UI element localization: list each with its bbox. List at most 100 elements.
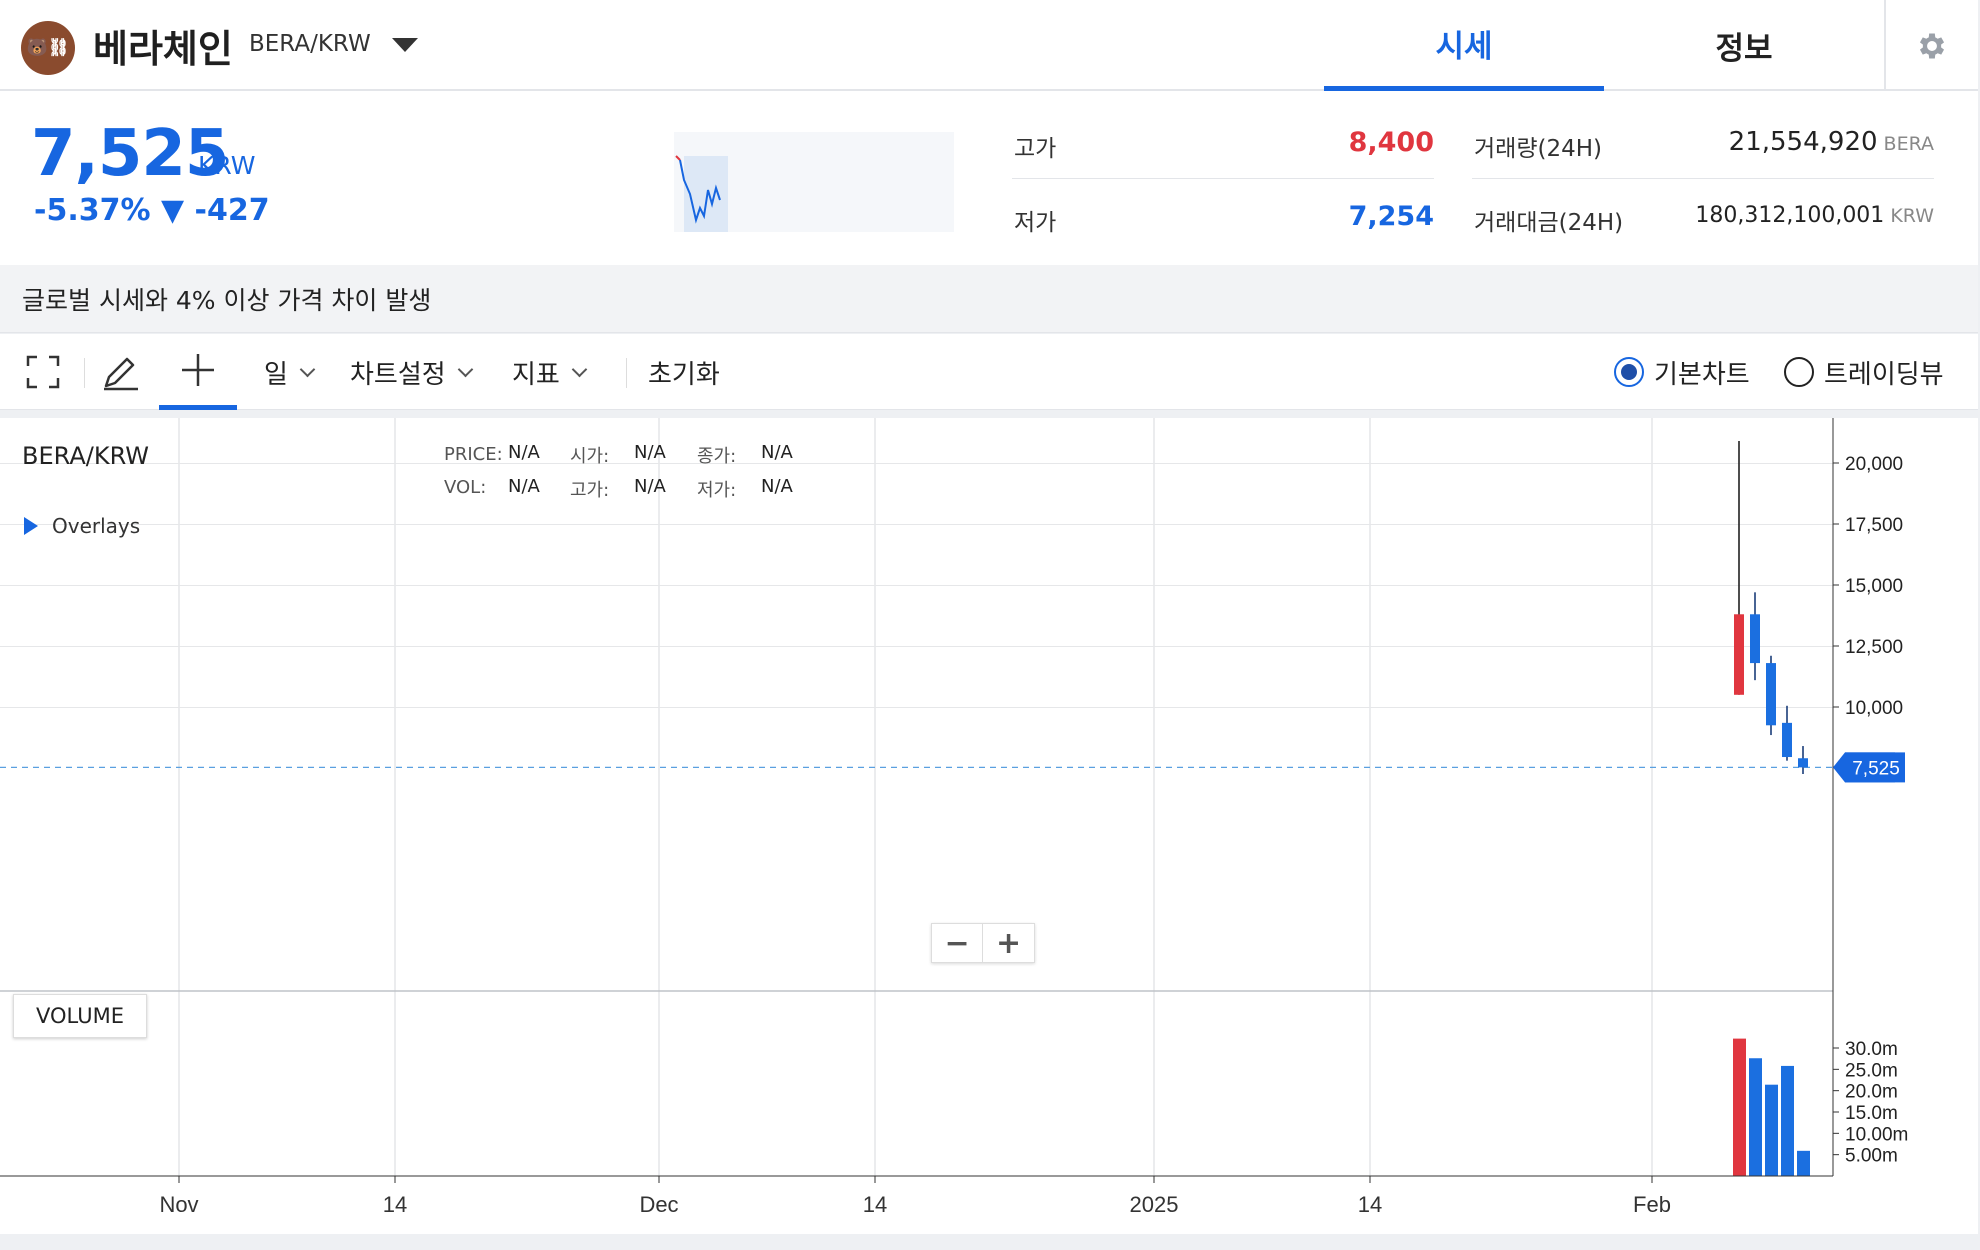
volume-bar (1781, 1065, 1794, 1176)
volume-pane-label: VOLUME (13, 994, 147, 1038)
candle-body (1782, 722, 1792, 758)
coin-name: 베라체인 (93, 27, 233, 71)
crosshair-icon (182, 353, 214, 386)
stat-volume-row: 거래량(24H) 21,554,920 BERA (1472, 109, 1934, 179)
coin-logo: 🐻⛓ (21, 21, 75, 75)
reset-button[interactable]: 초기화 (648, 334, 720, 410)
radio-unchecked-icon (1784, 357, 1814, 387)
tradingview-radio[interactable]: 트레이딩뷰 (1784, 334, 1944, 410)
chart-grid (0, 418, 1833, 1176)
zoom-in-button[interactable]: + (983, 924, 1034, 962)
high-value: 8,400 (1348, 127, 1434, 158)
volume-bar (1765, 1084, 1778, 1176)
chevron-down-icon (457, 361, 473, 377)
price-gap-notice: 글로벌 시세와 4% 이상 가격 차이 발생 (0, 265, 1978, 333)
tab-quote[interactable]: 시세 (1324, 0, 1604, 91)
y-tick-label: 15,000 (1845, 576, 1903, 597)
indicators-select[interactable]: 지표 (512, 334, 588, 410)
volume-label: 거래량(24H) (1474, 136, 1602, 162)
candle-body (1798, 758, 1808, 768)
candle-body (1766, 663, 1776, 726)
volume-unit: BERA (1883, 133, 1934, 155)
amount-value: 180,312,100,001 KRW (1695, 203, 1934, 228)
chevron-down-icon (571, 361, 588, 377)
triangle-right-icon (24, 517, 38, 535)
pencil-icon (104, 357, 138, 391)
volume-tick-label: 15.0m (1845, 1103, 1898, 1124)
info-close-value: N/A (761, 442, 793, 463)
info-vol-value: N/A (508, 476, 540, 497)
info-open-value: N/A (634, 442, 666, 463)
stat-high-row: 고가 8,400 (1012, 109, 1434, 179)
crosshair-button[interactable] (159, 334, 237, 410)
stat-amount-row: 거래대금(24H) 180,312,100,001 KRW (1472, 183, 1934, 253)
price-change: -5.37% ▼ -427 (34, 193, 270, 228)
info-open-label: 시가: (570, 446, 610, 467)
y-tick-label: 17,500 (1845, 515, 1903, 536)
pair-dropdown-icon[interactable] (392, 38, 418, 52)
tradingview-label: 트레이딩뷰 (1824, 359, 1944, 390)
basic-chart-label: 기본차트 (1654, 359, 1750, 390)
price-tag-text: 7,525 (1852, 758, 1900, 779)
info-close-label: 종가: (697, 446, 737, 467)
candle-body (1750, 614, 1760, 664)
low-value: 7,254 (1348, 201, 1434, 232)
current-price-tag: 7,525 (1833, 752, 1905, 783)
info-low-label: 저가: (697, 480, 737, 501)
coin-pair: BERA/KRW (249, 31, 371, 57)
x-tick-label: 14 (383, 1192, 407, 1217)
volume-bar (1733, 1038, 1746, 1176)
chart-area[interactable]: 20,000 17,500 15,000 12,500 10,000 30.0m 25.0m… (0, 418, 1978, 1234)
toolbar-divider (626, 358, 627, 388)
x-tick-label: 14 (863, 1192, 887, 1217)
volume-tick-label: 30.0m (1845, 1039, 1898, 1060)
info-vol-label: VOL: (444, 477, 487, 498)
volume-value: 21,554,920 BERA (1729, 127, 1934, 157)
info-price-value: N/A (508, 442, 540, 463)
settings-button[interactable] (1884, 0, 1978, 91)
volume-bar (1797, 1150, 1810, 1176)
chart-settings-select[interactable]: 차트설정 (350, 334, 473, 410)
basic-chart-radio[interactable]: 기본차트 (1614, 334, 1750, 410)
info-price-label: PRICE: (444, 444, 503, 465)
y-tick-label: 10,000 (1845, 698, 1903, 719)
volume-tick-label: 25.0m (1845, 1060, 1898, 1081)
chart-pair-label: BERA/KRW (22, 442, 150, 470)
zoom-controls: − + (931, 923, 1035, 963)
radio-checked-icon (1614, 357, 1644, 387)
volume-tick-label: 10.00m (1845, 1124, 1908, 1145)
chart-toolbar: 일 차트설정 지표 초기화 기본차트 트레이딩뷰 (0, 334, 1978, 410)
info-low-value: N/A (761, 476, 793, 497)
toolbar-divider (84, 358, 85, 388)
amount-number: 180,312,100,001 (1695, 203, 1885, 228)
draw-button[interactable] (100, 334, 144, 410)
price-chart[interactable]: 20,000 17,500 15,000 12,500 10,000 30.0m25.0m… (0, 418, 1978, 1234)
fullscreen-button[interactable] (26, 334, 66, 410)
volume-number: 21,554,920 (1728, 127, 1878, 157)
gear-icon (1919, 33, 1945, 58)
volume-bar (1749, 1058, 1762, 1176)
stat-low-row: 저가 7,254 (1012, 183, 1434, 253)
chart-axes: 20,000 17,500 15,000 12,500 10,000 30.0m25.0m… (0, 418, 1908, 1217)
y-tick-label: 12,500 (1845, 637, 1903, 658)
info-high-value: N/A (634, 476, 666, 497)
info-high-label: 고가: (570, 480, 610, 501)
period-select[interactable]: 일 (264, 334, 316, 410)
mini-chart-svg (675, 155, 728, 232)
volume-tick-label: 20.0m (1845, 1082, 1898, 1103)
candle-body (1734, 614, 1744, 695)
header: 🐻⛓ 베라체인 BERA/KRW 시세 정보 (0, 0, 1978, 91)
low-label: 저가 (1014, 210, 1057, 236)
tab-info[interactable]: 정보 (1604, 0, 1884, 91)
chevron-down-icon (299, 361, 316, 377)
chart-settings-label: 차트설정 (350, 359, 446, 390)
indicators-label: 지표 (512, 359, 560, 390)
x-tick-label: Nov (159, 1192, 198, 1217)
candles (1734, 441, 1808, 775)
overlays-toggle[interactable]: Overlays (24, 514, 140, 538)
volume-tick-label: 5.00m (1845, 1146, 1898, 1167)
period-label: 일 (264, 359, 288, 390)
zoom-out-button[interactable]: − (932, 924, 984, 962)
x-tick-label: 2025 (1130, 1192, 1179, 1217)
y-tick-label: 20,000 (1845, 454, 1903, 475)
